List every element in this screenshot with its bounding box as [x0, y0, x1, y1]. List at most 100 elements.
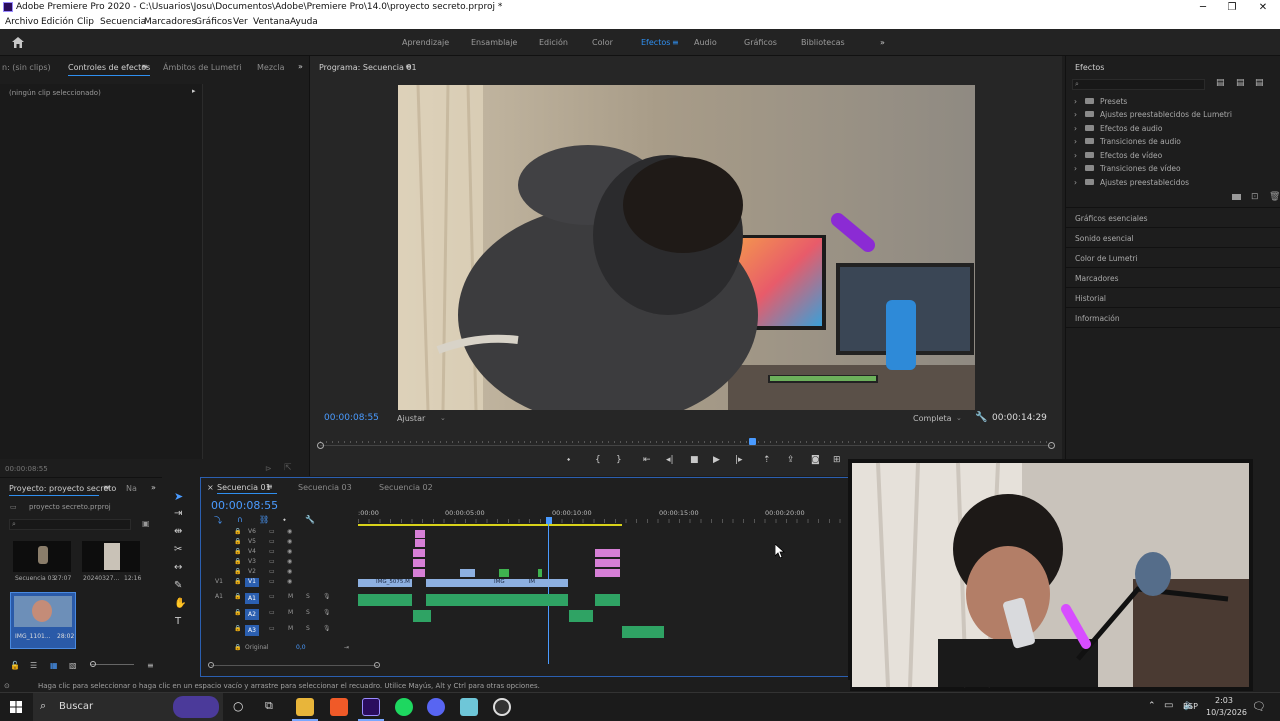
menu-clip[interactable]: Clip	[77, 17, 94, 27]
timeline-clip[interactable]	[413, 549, 425, 557]
icon-view-icon[interactable]: ▦	[50, 661, 58, 670]
type-tool-icon[interactable]: T	[175, 616, 181, 627]
scrollbar-handle-left[interactable]	[208, 662, 214, 668]
timeline-audio-clip[interactable]	[413, 610, 431, 622]
lock-icon[interactable]: 🔓	[10, 661, 20, 670]
timeline-clip[interactable]	[415, 530, 425, 538]
toggle-sync-icon[interactable]: ▭	[269, 568, 275, 575]
timeline-clip[interactable]	[413, 569, 425, 577]
home-icon[interactable]	[12, 37, 24, 48]
lock-icon[interactable]: 🔒	[234, 528, 241, 535]
panel-link-history[interactable]: Historial	[1075, 294, 1106, 303]
source-patch-a1[interactable]: A1	[215, 593, 223, 600]
mic-icon[interactable]: 🎙	[323, 609, 331, 616]
tab-project[interactable]: Proyecto: proyecto secreto	[9, 484, 116, 493]
mute-button[interactable]: M	[288, 625, 293, 632]
toggle-sync-icon[interactable]: ▭	[269, 609, 275, 616]
effects-folder-video-transitions[interactable]: › Transiciones de vídeo	[1074, 164, 1181, 176]
hamburger-icon[interactable]: ≡	[103, 483, 110, 492]
eye-icon[interactable]: ◉	[287, 528, 292, 535]
mix-value[interactable]: 0,0	[296, 644, 306, 651]
menu-ayuda[interactable]: Ayuda	[290, 17, 318, 27]
timeline-clip[interactable]	[415, 539, 425, 547]
32bit-effects-icon[interactable]: ▤	[1236, 78, 1245, 88]
toggle-sync-icon[interactable]: ▭	[269, 578, 275, 585]
wrench-icon[interactable]: 🔧	[305, 515, 315, 524]
spotify-icon[interactable]	[395, 698, 413, 716]
more-tabs-icon[interactable]: »	[151, 483, 156, 492]
track-label[interactable]: A1	[245, 593, 259, 604]
taskbar-date[interactable]: 10/3/2026	[1206, 708, 1247, 717]
cortana-icon[interactable]: ○	[233, 699, 243, 713]
chevron-down-icon[interactable]: ⌄	[956, 414, 962, 422]
play-icon[interactable]: ▶	[713, 455, 720, 465]
delete-icon[interactable]: 🗑	[1269, 192, 1280, 202]
ripple-edit-tool-icon[interactable]: ⇹	[174, 526, 182, 537]
panel-link-essential-graphics[interactable]: Gráficos esenciales	[1075, 214, 1148, 223]
go-to-in-icon[interactable]: ⇤	[643, 455, 651, 465]
workspace-tab-ensamblaje[interactable]: Ensamblaje	[471, 38, 517, 47]
thumbnail-sequence-03[interactable]	[13, 541, 71, 572]
timeline-clip-img[interactable]: IMG IM	[426, 579, 568, 587]
chevron-down-icon[interactable]: ⌄	[440, 414, 446, 422]
fit-select[interactable]: Ajustar	[397, 414, 425, 423]
tab-secuencia-02[interactable]: Secuencia 02	[379, 483, 433, 492]
timeline-clip[interactable]	[595, 559, 620, 567]
effects-folder-user-presets[interactable]: › Ajustes preestablecidos	[1074, 178, 1189, 190]
extract-icon[interactable]: ⇪	[787, 455, 795, 465]
tab-effect-controls[interactable]: Controles de efectos	[68, 63, 150, 72]
workspace-tab-aprendizaje[interactable]: Aprendizaje	[402, 38, 449, 47]
add-marker-icon[interactable]: ⬩	[567, 455, 570, 465]
tab-lumetri-scopes[interactable]: Ámbitos de Lumetri	[163, 63, 242, 72]
hamburger-icon[interactable]: ≡	[405, 62, 412, 71]
menu-marcadores[interactable]: Marcadores	[144, 17, 196, 27]
freeform-view-icon[interactable]: ▧	[69, 661, 77, 670]
selection-tool-icon[interactable]: ➤	[174, 490, 183, 503]
tab-mixer[interactable]: Mezcla	[257, 63, 285, 72]
chevron-up-icon[interactable]: ⌃	[1148, 701, 1156, 711]
menu-secuencia[interactable]: Secuencia	[100, 17, 146, 27]
notifications-icon[interactable]: 🗨	[1252, 700, 1266, 713]
app-icon[interactable]	[460, 698, 478, 716]
step-back-icon[interactable]: ◂|	[666, 455, 674, 465]
thumbnail-img-1101-selected[interactable]: IMG_1101... 28:02	[10, 592, 76, 649]
track-label[interactable]: V1	[245, 578, 259, 587]
timeline-clip[interactable]	[595, 549, 620, 557]
lock-icon[interactable]: 🔒	[234, 578, 241, 585]
track-label[interactable]: A2	[245, 609, 259, 620]
lock-icon[interactable]: 🔒	[234, 625, 241, 632]
timeline-clip[interactable]	[460, 569, 475, 577]
eye-icon[interactable]: ◉	[287, 558, 292, 565]
toggle-sync-icon[interactable]: ▭	[269, 548, 275, 555]
timeline-audio-clip[interactable]	[595, 594, 620, 606]
tab-secuencia-01[interactable]: Secuencia 01	[217, 483, 271, 492]
workspace-tab-audio[interactable]: Audio	[694, 38, 717, 47]
timeline-audio-clip[interactable]	[426, 594, 568, 606]
mute-button[interactable]: M	[288, 593, 293, 600]
accelerated-effects-icon[interactable]: ▤	[1216, 78, 1225, 88]
mute-button[interactable]: M	[288, 609, 293, 616]
solo-button[interactable]: S	[306, 625, 310, 632]
timeline-scrollbar[interactable]	[211, 665, 378, 666]
workspace-tab-efectos[interactable]: Efectos	[641, 38, 670, 47]
yuv-effects-icon[interactable]: ▤	[1255, 78, 1264, 88]
camera-icon[interactable]: ◙	[811, 455, 820, 465]
lock-icon[interactable]: 🔒	[234, 593, 241, 600]
taskbar-time[interactable]: 2:03	[1215, 696, 1233, 705]
lock-icon[interactable]: 🔒	[234, 644, 241, 651]
hamburger-icon[interactable]: ≡	[141, 62, 148, 71]
toggle-sync-icon[interactable]: ▭	[269, 625, 275, 632]
razor-tool-icon[interactable]: ✂	[174, 544, 182, 555]
export-frame-icon[interactable]: ⇱	[284, 463, 292, 473]
project-search-input[interactable]: ⌕	[9, 519, 131, 530]
menu-archivo[interactable]: Archivo	[5, 17, 39, 27]
effects-folder-lumetri[interactable]: › Ajustes preestablecidos de Lumetri	[1074, 110, 1232, 122]
toggle-sync-icon[interactable]: ▭	[269, 558, 275, 565]
panel-link-lumetri-color[interactable]: Color de Lumetri	[1075, 254, 1138, 263]
timeline-audio-clip[interactable]	[569, 610, 593, 622]
more-workspaces-icon[interactable]: »	[880, 38, 885, 47]
new-bin-icon[interactable]	[1232, 194, 1241, 200]
timeline-audio-clip[interactable]	[622, 626, 664, 638]
menu-graficos[interactable]: Gráficos	[195, 17, 232, 27]
hand-tool-icon[interactable]: ✋	[174, 598, 186, 609]
